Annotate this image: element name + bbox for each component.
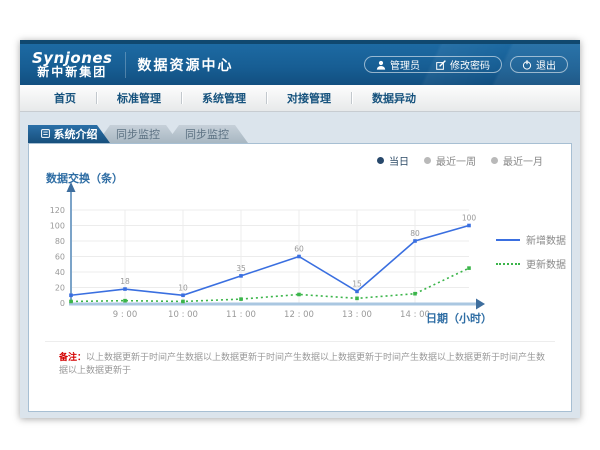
series-line [71,268,469,301]
main-nav: 首页 标准管理 系统管理 对接管理 数据异动 [20,85,580,112]
app-window: Synjones 新中新集团 数据资源中心 管理员 修改密码 退出 [20,40,580,418]
change-password-button[interactable]: 修改密码 [436,57,490,72]
edit-icon [436,60,446,70]
tab-sync-monitor-1[interactable]: 同步监控 [97,125,179,143]
svg-text:10 : 00: 10 : 00 [168,310,198,320]
user-pill: 管理员 修改密码 [364,56,502,73]
logout-button[interactable]: 退出 [522,57,556,72]
svg-text:40: 40 [55,268,65,277]
current-user-label: 管理员 [390,57,420,72]
logout-pill: 退出 [510,56,568,73]
svg-text:60: 60 [55,253,65,262]
chart-canvas: 0 20 40 60 80 100 120 9 : 00 10 : 00 11 : 00 12 : … [29,144,573,334]
blue-line-swatch [496,239,520,241]
company-logo: Synjones 新中新集团 [32,50,113,80]
header-divider [125,52,126,78]
svg-text:80: 80 [55,237,65,246]
svg-text:数据交换（条）: 数据交换（条） [46,171,123,185]
radio-today[interactable]: 当日 [377,153,409,168]
nav-item-data-change[interactable]: 数据异动 [352,90,436,106]
tab-sync-monitor-2[interactable]: 同步监控 [166,125,248,143]
document-icon [41,128,50,141]
chart-panel: 当日 最近一周 最近一月 0 20 40 60 80 100 120 9 : 00 10 : 0… [28,143,572,412]
user-actions: 管理员 修改密码 退出 [364,56,568,73]
svg-text:13 : 00: 13 : 00 [342,310,372,320]
svg-text:11 : 00: 11 : 00 [226,310,256,320]
svg-text:20: 20 [55,284,65,293]
svg-text:10: 10 [178,283,188,292]
svg-text:120: 120 [50,206,65,215]
svg-text:100: 100 [462,214,477,223]
nav-item-standard-mgmt[interactable]: 标准管理 [97,90,181,106]
panel-divider [45,341,555,342]
chart-legend: 新增数据 更新数据 [496,232,566,271]
svg-text:60: 60 [294,245,304,254]
change-password-label: 修改密码 [450,57,490,72]
footnote-prefix: 备注： [59,353,86,363]
svg-text:35: 35 [236,264,246,273]
content-area: 系统介绍 同步监控 同步监控 当日 最近一周 [20,112,580,412]
svg-text:日期（小时）: 日期（小时） [426,311,492,325]
series-line [71,226,469,296]
tab-system-intro[interactable]: 系统介绍 [28,125,110,143]
radio-last-month[interactable]: 最近一月 [491,153,543,168]
svg-text:18: 18 [120,277,130,286]
svg-text:15: 15 [352,279,362,288]
tab-label: 系统介绍 [54,126,98,142]
power-icon [522,60,532,70]
legend-item-new-data: 新增数据 [496,232,566,247]
svg-text:14 : 00: 14 : 00 [400,310,430,320]
radio-label: 最近一月 [503,153,543,168]
svg-text:100: 100 [50,222,65,231]
radio-dot-icon [377,157,384,164]
logo-text: Synjones [32,50,113,67]
tab-bar: 系统介绍 同步监控 同步监控 [28,125,572,143]
legend-item-updated-data: 更新数据 [496,256,566,271]
app-title: 数据资源中心 [138,55,234,75]
legend-label: 更新数据 [526,256,566,271]
user-icon [376,60,386,70]
svg-text:12 : 00: 12 : 00 [284,310,314,320]
nav-item-home[interactable]: 首页 [34,90,96,106]
radio-dot-icon [424,157,431,164]
svg-text:80: 80 [410,229,420,238]
radio-label: 最近一周 [436,153,476,168]
radio-last-week[interactable]: 最近一周 [424,153,476,168]
nav-item-connection-mgmt[interactable]: 对接管理 [267,90,351,106]
legend-label: 新增数据 [526,232,566,247]
footnote-text: 以上数据更新于时间产生数据以上数据更新于时间产生数据以上数据更新于时间产生数据以… [59,353,545,376]
logout-label: 退出 [536,57,556,72]
current-user-button[interactable]: 管理员 [376,57,420,72]
time-range-filter: 当日 最近一周 最近一月 [377,153,543,168]
green-dotted-swatch [496,263,520,265]
tab-label: 同步监控 [185,126,229,142]
svg-text:0: 0 [60,299,65,308]
svg-text:9 : 00: 9 : 00 [113,310,138,320]
footnote: 备注：以上数据更新于时间产生数据以上数据更新于时间产生数据以上数据更新于时间产生… [59,352,551,377]
tab-label: 同步监控 [116,126,160,142]
radio-label: 当日 [389,153,409,168]
header: Synjones 新中新集团 数据资源中心 管理员 修改密码 退出 [20,40,580,85]
logo-cn-text: 新中新集团 [32,66,113,79]
nav-item-system-mgmt[interactable]: 系统管理 [182,90,266,106]
radio-dot-icon [491,157,498,164]
